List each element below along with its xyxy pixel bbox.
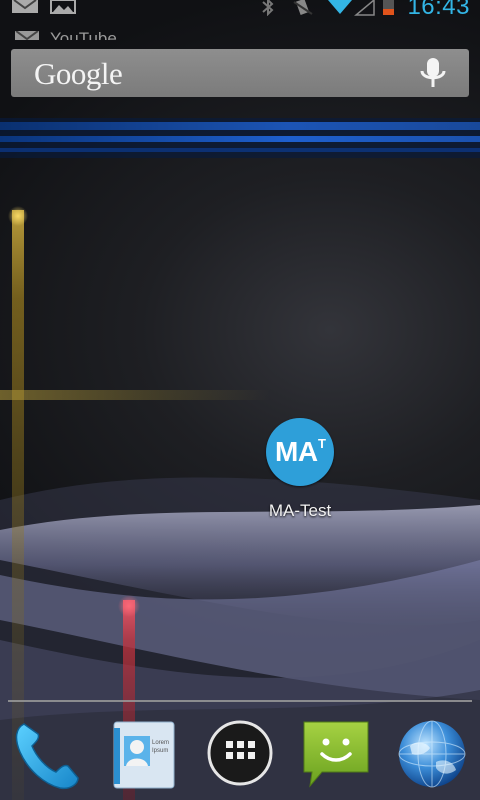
- contacts-icon-text-2: Ipsum: [152, 748, 168, 754]
- globe-icon: [398, 720, 466, 788]
- mic-icon[interactable]: [417, 56, 449, 90]
- signal-icon: [354, 0, 375, 16]
- app-shortcut-ma-test[interactable]: MA T MA-Test: [244, 418, 356, 528]
- ma-test-icon[interactable]: MA T: [266, 418, 334, 486]
- dock-messaging-button[interactable]: [300, 716, 372, 792]
- gmail-icon: [12, 0, 38, 13]
- contacts-icon: Lorem Ipsum: [113, 721, 175, 789]
- vibrate-icon: [293, 0, 313, 15]
- ma-test-icon-text: MA: [275, 436, 318, 467]
- dock-contacts-button[interactable]: Lorem Ipsum: [106, 716, 178, 792]
- wallpaper-art: [0, 118, 480, 800]
- phone-icon: [15, 723, 79, 790]
- bluetooth-icon: [262, 0, 274, 16]
- gmail-ticker-icon: [15, 31, 39, 40]
- dock-phone-button[interactable]: [10, 716, 82, 792]
- wallpaper: [0, 0, 480, 800]
- ma-test-icon-superscript: T: [318, 436, 326, 451]
- dock-browser-button[interactable]: [396, 716, 468, 792]
- dock-all-apps-button[interactable]: [204, 716, 276, 792]
- app-label-ma-test: MA-Test: [268, 501, 332, 520]
- messaging-icon: [303, 721, 369, 788]
- google-search-bar[interactable]: Google: [11, 49, 469, 97]
- gallery-icon: [50, 0, 76, 14]
- ticker-text: YouTube: [50, 29, 117, 40]
- contacts-icon-text-1: Lorem: [152, 740, 169, 746]
- status-clock: 16:43: [407, 0, 470, 20]
- status-bar[interactable]: 16:43: [0, 0, 480, 26]
- notification-ticker: YouTube: [0, 26, 480, 40]
- google-logo[interactable]: Google: [34, 56, 123, 92]
- battery-icon: [383, 0, 394, 15]
- dock-divider: [8, 700, 472, 702]
- wifi-icon: [328, 0, 352, 14]
- app-drawer-icon: [207, 720, 273, 786]
